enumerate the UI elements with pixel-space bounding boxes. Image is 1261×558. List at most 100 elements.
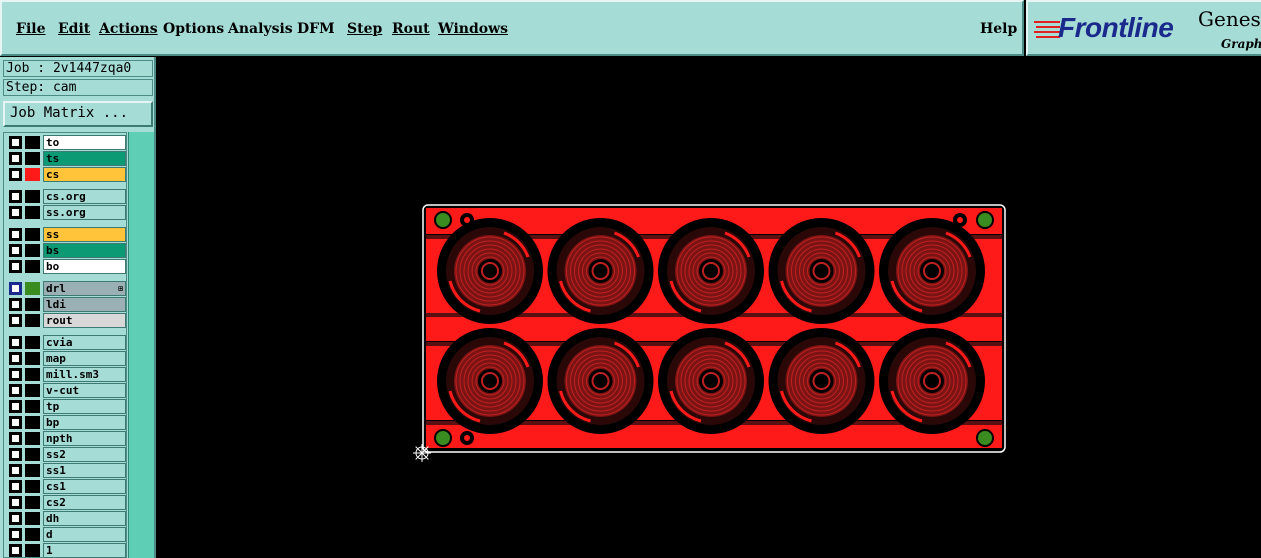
layer-color-swatch[interactable]	[25, 190, 40, 203]
layer-checkbox[interactable]	[9, 244, 22, 257]
layer-name[interactable]: ss	[43, 227, 126, 242]
layer-row-v-cut[interactable]: v-cut	[7, 383, 126, 398]
layer-name[interactable]: 1	[43, 543, 126, 558]
layer-checkbox[interactable]	[9, 544, 22, 557]
layer-row-cvia[interactable]: cvia	[7, 335, 126, 350]
menu-rout[interactable]: Rout	[392, 21, 430, 37]
layer-color-swatch[interactable]	[25, 432, 40, 445]
layer-checkbox[interactable]	[9, 136, 22, 149]
layer-row-ss1[interactable]: ss1	[7, 463, 126, 478]
layer-row-ts[interactable]: ts	[7, 151, 126, 166]
layer-color-swatch[interactable]	[25, 206, 40, 219]
layer-checkbox[interactable]	[9, 314, 22, 327]
layer-row-bo[interactable]: bo	[7, 259, 126, 274]
layer-checkbox[interactable]	[9, 432, 22, 445]
layer-color-swatch[interactable]	[25, 544, 40, 557]
layer-row-cs[interactable]: cs	[7, 167, 126, 182]
menu-analysis[interactable]: Analysis	[228, 21, 293, 37]
job-matrix-button[interactable]: Job Matrix ...	[3, 101, 153, 127]
layer-color-swatch[interactable]	[25, 480, 40, 493]
layer-color-swatch[interactable]	[25, 400, 40, 413]
layer-row-npth[interactable]: npth	[7, 431, 126, 446]
layer-checkbox[interactable]	[9, 352, 22, 365]
layer-name[interactable]: cvia	[43, 335, 126, 350]
layer-name[interactable]: cs.org	[43, 189, 126, 204]
layer-color-swatch[interactable]	[25, 168, 40, 181]
layer-row-ss[interactable]: ss	[7, 227, 126, 242]
layer-name[interactable]: v-cut	[43, 383, 126, 398]
layer-name[interactable]: ss.org	[43, 205, 126, 220]
layer-row-mill.sm3[interactable]: mill.sm3	[7, 367, 126, 382]
layer-name[interactable]: bo	[43, 259, 126, 274]
menu-windows[interactable]: Windows	[438, 21, 508, 37]
layer-name[interactable]: to	[43, 135, 126, 150]
layer-row-bp[interactable]: bp	[7, 415, 126, 430]
layer-color-swatch[interactable]	[25, 528, 40, 541]
layer-row-map[interactable]: map	[7, 351, 126, 366]
layer-row-cs2[interactable]: cs2	[7, 495, 126, 510]
layer-checkbox[interactable]	[9, 336, 22, 349]
menu-dfm[interactable]: DFM	[297, 21, 335, 37]
layer-name[interactable]: tp	[43, 399, 126, 414]
layer-checkbox[interactable]	[9, 206, 22, 219]
layer-name[interactable]: bp	[43, 415, 126, 430]
layer-name[interactable]: npth	[43, 431, 126, 446]
layer-color-swatch[interactable]	[25, 282, 40, 295]
layer-checkbox[interactable]	[9, 512, 22, 525]
layer-name[interactable]: ts	[43, 151, 126, 166]
layer-color-swatch[interactable]	[25, 384, 40, 397]
pcb-panel-view[interactable]	[158, 58, 1261, 558]
layer-row-drl[interactable]: drl ⊞	[7, 281, 126, 296]
layer-color-swatch[interactable]	[25, 448, 40, 461]
layer-color-swatch[interactable]	[25, 336, 40, 349]
layer-name[interactable]: cs1	[43, 479, 126, 494]
menu-file[interactable]: File	[16, 21, 45, 37]
layer-row-ss2[interactable]: ss2	[7, 447, 126, 462]
layer-name[interactable]: ss1	[43, 463, 126, 478]
layer-checkbox[interactable]	[9, 480, 22, 493]
layer-color-swatch[interactable]	[25, 496, 40, 509]
layer-checkbox[interactable]	[9, 168, 22, 181]
layer-color-swatch[interactable]	[25, 298, 40, 311]
layer-row-tp[interactable]: tp	[7, 399, 126, 414]
layer-name[interactable]: bs	[43, 243, 126, 258]
layer-checkbox[interactable]	[9, 190, 22, 203]
layer-row-dh[interactable]: dh	[7, 511, 126, 526]
layer-checkbox[interactable]	[9, 400, 22, 413]
layer-color-swatch[interactable]	[25, 136, 40, 149]
layer-checkbox[interactable]	[9, 528, 22, 541]
layer-name[interactable]: rout	[43, 313, 126, 328]
layer-scrollbar[interactable]	[128, 132, 154, 558]
layer-color-swatch[interactable]	[25, 512, 40, 525]
layer-color-swatch[interactable]	[25, 260, 40, 273]
layer-row-1[interactable]: 1	[7, 543, 126, 558]
menu-options[interactable]: Options	[163, 21, 224, 37]
layer-name[interactable]: cs	[43, 167, 126, 182]
menu-step[interactable]: Step	[347, 21, 382, 37]
layer-color-swatch[interactable]	[25, 416, 40, 429]
layer-name[interactable]: drl ⊞	[43, 281, 126, 296]
layer-checkbox[interactable]	[9, 260, 22, 273]
layer-checkbox[interactable]	[9, 496, 22, 509]
layer-checkbox[interactable]	[9, 152, 22, 165]
layer-name[interactable]: ldi	[43, 297, 126, 312]
layer-checkbox[interactable]	[9, 368, 22, 381]
layer-row-d[interactable]: d	[7, 527, 126, 542]
layer-color-swatch[interactable]	[25, 314, 40, 327]
layer-color-swatch[interactable]	[25, 244, 40, 257]
layer-color-swatch[interactable]	[25, 368, 40, 381]
menu-actions[interactable]: Actions	[99, 21, 158, 37]
layer-color-swatch[interactable]	[25, 152, 40, 165]
layer-row-ss.org[interactable]: ss.org	[7, 205, 126, 220]
layer-row-cs.org[interactable]: cs.org	[7, 189, 126, 204]
menu-edit[interactable]: Edit	[58, 21, 90, 37]
layer-name[interactable]: map	[43, 351, 126, 366]
layer-color-swatch[interactable]	[25, 352, 40, 365]
graphics-canvas[interactable]	[158, 58, 1261, 558]
layer-checkbox[interactable]	[9, 448, 22, 461]
layer-row-to[interactable]: to	[7, 135, 126, 150]
layer-name[interactable]: dh	[43, 511, 126, 526]
expand-icon[interactable]: ⊞	[118, 282, 123, 295]
layer-name[interactable]: d	[43, 527, 126, 542]
layer-checkbox[interactable]	[9, 384, 22, 397]
